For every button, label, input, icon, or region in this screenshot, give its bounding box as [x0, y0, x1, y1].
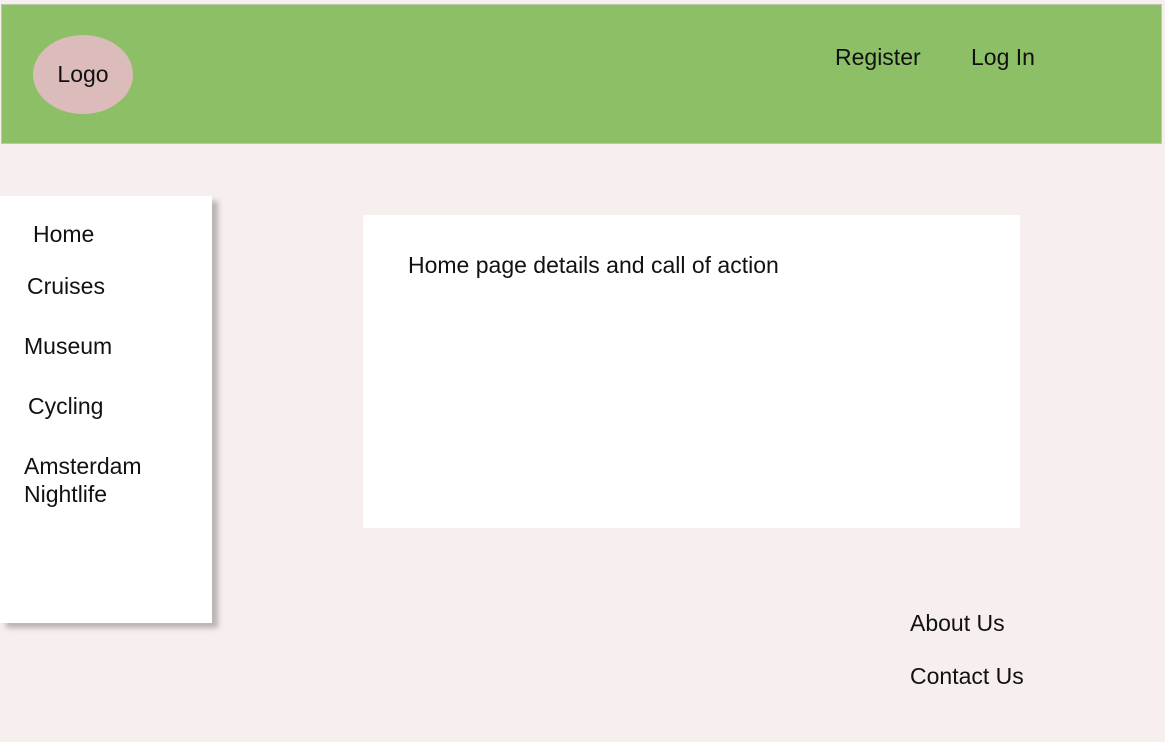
login-link[interactable]: Log In — [971, 43, 1035, 71]
main-content-panel: Home page details and call of action — [363, 215, 1020, 528]
about-us-link[interactable]: About Us — [910, 609, 1005, 637]
sidebar-item-cycling[interactable]: Cycling — [28, 392, 103, 420]
sidebar-nav: Home Cruises Museum Cycling Amsterdam Ni… — [0, 196, 212, 623]
sidebar-item-amsterdam-nightlife[interactable]: Amsterdam Nightlife — [24, 452, 184, 508]
sidebar-item-home[interactable]: Home — [33, 220, 94, 248]
contact-us-link[interactable]: Contact Us — [910, 662, 1024, 690]
logo[interactable]: Logo — [33, 35, 133, 114]
site-header: Logo Register Log In — [1, 4, 1162, 144]
sidebar-item-cruises[interactable]: Cruises — [27, 272, 105, 300]
logo-label: Logo — [57, 61, 109, 87]
register-link[interactable]: Register — [835, 43, 921, 71]
main-content-text: Home page details and call of action — [408, 252, 779, 278]
sidebar-item-museum[interactable]: Museum — [24, 332, 112, 360]
